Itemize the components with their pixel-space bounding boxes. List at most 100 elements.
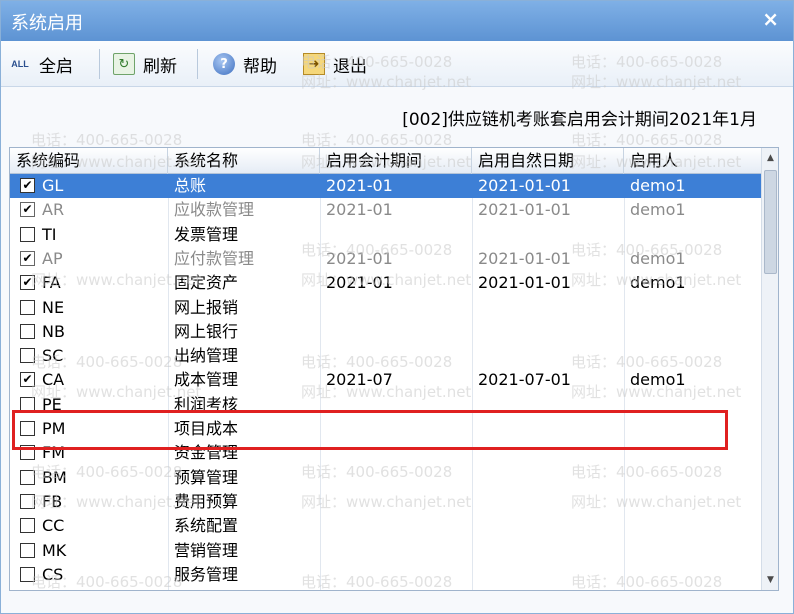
system-name-cell: 发票管理 (174, 224, 239, 244)
table-row[interactable]: ✔ CA 成本管理 2021-07 2021-07-01 demo1 (10, 368, 762, 392)
system-name-cell: 网上银行 (174, 321, 239, 341)
system-name-cell: 总账 (174, 176, 207, 195)
system-code-cell: AP (42, 248, 63, 268)
system-name-cell: 费用预算 (174, 491, 239, 511)
vertical-scrollbar[interactable]: ▲ ▼ (761, 148, 778, 590)
system-code-cell: CS (42, 564, 64, 584)
table-row[interactable]: NE 网上报销 (10, 296, 762, 320)
refresh-icon: ↻ (113, 53, 135, 75)
system-name-cell: 预算管理 (174, 467, 239, 487)
system-name-cell: 资金管理 (174, 443, 239, 463)
system-code-cell: AR (42, 200, 65, 220)
column-header-date[interactable]: 启用自然日期 (472, 148, 624, 174)
system-table: 系统编码 系统名称 启用会计期间 启用自然日期 启用人 ✔ GL 总账 2021-01… (9, 147, 779, 591)
system-code-cell: FM (42, 443, 66, 463)
refresh-label: 刷新 (143, 56, 177, 77)
exit-label: 退出 (333, 56, 367, 77)
enable-checkbox[interactable] (20, 469, 35, 485)
help-button[interactable]: ? 帮助 (213, 51, 277, 77)
enable-user-cell: demo1 (630, 200, 686, 220)
title-bar[interactable]: 系统启用 × (1, 1, 793, 41)
enable-checkbox[interactable]: ✔ (20, 250, 35, 266)
column-header-name[interactable]: 系统名称 (168, 148, 320, 174)
table-row[interactable]: PE 利润考核 (10, 393, 762, 417)
enable-checkbox[interactable] (20, 421, 35, 436)
enable-checkbox[interactable] (20, 493, 35, 509)
enable-checkbox[interactable] (20, 542, 35, 558)
account-period-info: [002]供应链机考账套启用会计期间2021年1月 (402, 110, 757, 130)
exit-button[interactable]: ➜ 退出 (303, 51, 367, 77)
system-code-cell: GL (42, 176, 64, 195)
scroll-down-icon[interactable]: ▼ (763, 572, 778, 588)
system-code-cell: CC (42, 516, 65, 536)
system-code-cell: SC (42, 346, 64, 366)
system-name-cell: 固定资产 (174, 273, 239, 293)
toolbar-divider (197, 49, 198, 79)
enable-user-cell: demo1 (630, 176, 686, 195)
table-row[interactable]: ✔ AR 应收款管理 2021-01 2021-01-01 demo1 (10, 198, 762, 222)
enable-checkbox[interactable]: ✔ (20, 275, 35, 291)
table-row[interactable]: MK 营销管理 (10, 539, 762, 563)
system-name-cell: 服务管理 (174, 564, 239, 584)
enable-checkbox[interactable] (20, 566, 35, 582)
select-all-icon: ALL (11, 59, 29, 69)
enable-checkbox[interactable]: ✔ (20, 178, 35, 193)
enable-checkbox[interactable] (20, 518, 35, 534)
enable-date-cell: 2021-01-01 (478, 273, 571, 293)
toolbar: ALL 全启 ↻ 刷新 ? 帮助 ➜ 退出 (1, 41, 793, 87)
table-row[interactable]: CC 系统配置 (10, 514, 762, 538)
table-header: 系统编码 系统名称 启用会计期间 启用自然日期 启用人 (10, 148, 762, 174)
enable-user-cell: demo1 (630, 370, 686, 390)
system-code-cell: FB (42, 491, 63, 511)
help-label: 帮助 (243, 56, 277, 77)
enable-checkbox[interactable] (20, 226, 35, 242)
table-row[interactable]: NB 网上银行 (10, 320, 762, 344)
table-row[interactable]: FB 费用预算 (10, 490, 762, 514)
system-code-cell: NE (42, 297, 65, 317)
enable-user-cell: demo1 (630, 273, 686, 293)
help-icon: ? (213, 53, 235, 75)
system-name-cell: 成本管理 (174, 370, 239, 390)
system-name-cell: 利润考核 (174, 394, 239, 414)
table-row[interactable]: SC 出纳管理 (10, 344, 762, 368)
enable-checkbox[interactable] (20, 323, 35, 339)
system-name-cell: 营销管理 (174, 540, 239, 560)
table-row[interactable]: TI 发票管理 (10, 223, 762, 247)
enable-date-cell: 2021-01-01 (478, 176, 571, 195)
system-code-cell: PM (42, 419, 66, 438)
column-header-code[interactable]: 系统编码 (10, 148, 168, 174)
system-enable-dialog: 系统启用 × ALL 全启 ↻ 刷新 ? 帮助 ➜ 退出 [002]供应链机考账… (0, 0, 794, 614)
select-all-label: 全启 (39, 56, 73, 77)
system-code-cell: TI (42, 224, 57, 244)
table-row[interactable]: CS 服务管理 (10, 563, 762, 587)
select-all-button[interactable]: ALL 全启 (9, 51, 73, 77)
table-row[interactable]: ✔ AP 应付款管理 2021-01 2021-01-01 demo1 (10, 247, 762, 271)
enable-checkbox[interactable] (20, 396, 35, 412)
table-row[interactable]: PM 项目成本 (10, 417, 762, 441)
enable-period-cell: 2021-07 (326, 370, 393, 390)
exit-icon: ➜ (303, 53, 325, 75)
scroll-up-icon[interactable]: ▲ (763, 150, 778, 166)
close-icon[interactable]: × (762, 7, 779, 31)
system-code-cell: FA (42, 273, 61, 293)
enable-period-cell: 2021-01 (326, 176, 393, 195)
column-header-user[interactable]: 启用人 (624, 148, 762, 174)
toolbar-divider (99, 49, 100, 79)
scroll-thumb[interactable] (764, 170, 777, 274)
refresh-button[interactable]: ↻ 刷新 (113, 51, 177, 77)
table-row[interactable]: ✔ FA 固定资产 2021-01 2021-01-01 demo1 (10, 271, 762, 295)
enable-checkbox[interactable] (20, 348, 35, 364)
enable-checkbox[interactable] (20, 299, 35, 315)
system-name-cell: 网上报销 (174, 297, 239, 317)
table-row[interactable]: BM 预算管理 (10, 466, 762, 490)
enable-checkbox[interactable]: ✔ (20, 372, 35, 388)
table-row[interactable]: ✔ GL 总账 2021-01 2021-01-01 demo1 (10, 174, 762, 199)
enable-date-cell: 2021-01-01 (478, 248, 571, 268)
table-row[interactable]: FM 资金管理 (10, 441, 762, 465)
column-header-period[interactable]: 启用会计期间 (320, 148, 472, 174)
system-code-cell: PE (42, 394, 62, 414)
system-code-cell: BM (42, 467, 67, 487)
system-name-cell: 项目成本 (174, 419, 239, 438)
enable-checkbox[interactable]: ✔ (20, 202, 35, 218)
enable-checkbox[interactable] (20, 445, 35, 461)
